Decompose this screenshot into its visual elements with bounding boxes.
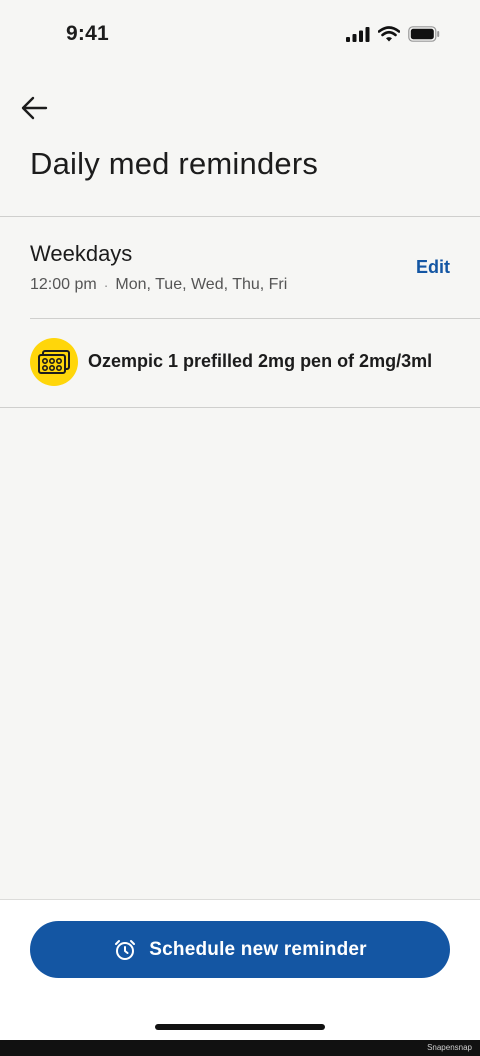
alarm-clock-icon	[115, 939, 136, 960]
bottom-action-bar: Schedule new reminder	[0, 899, 480, 1040]
cellular-signal-icon	[346, 27, 370, 42]
edit-button[interactable]: Edit	[416, 257, 450, 278]
medication-divider	[0, 407, 480, 408]
watermark-bar: Snapensnap	[0, 1040, 480, 1056]
status-time: 9:41	[66, 22, 109, 45]
schedule-new-reminder-button[interactable]: Schedule new reminder	[30, 921, 450, 978]
wifi-icon	[378, 26, 400, 42]
schedule-days: Mon, Tue, Wed, Thu, Fri	[115, 276, 288, 293]
schedule-name: Weekdays	[30, 241, 133, 266]
medication-name: Ozempic 1 prefilled 2mg pen of 2mg/3ml	[88, 351, 433, 371]
schedule-divider	[30, 318, 480, 319]
header-divider	[0, 216, 480, 217]
schedule-detail: 12:00 pm · Mon, Tue, Wed, Thu, Fri	[30, 276, 287, 294]
page-title: Daily med reminders	[30, 146, 319, 181]
status-icons	[346, 26, 440, 42]
status-bar: 9:41	[0, 0, 480, 70]
watermark-text: Snapensnap	[427, 1043, 472, 1052]
back-button[interactable]	[16, 90, 52, 126]
schedule-time: 12:00 pm	[30, 276, 97, 293]
battery-icon	[408, 26, 440, 42]
arrow-left-icon	[21, 96, 48, 120]
pill-pack-icon	[30, 338, 78, 386]
home-indicator[interactable]	[155, 1024, 325, 1030]
schedule-new-reminder-label: Schedule new reminder	[149, 938, 367, 960]
separator-dot: ·	[103, 277, 109, 293]
